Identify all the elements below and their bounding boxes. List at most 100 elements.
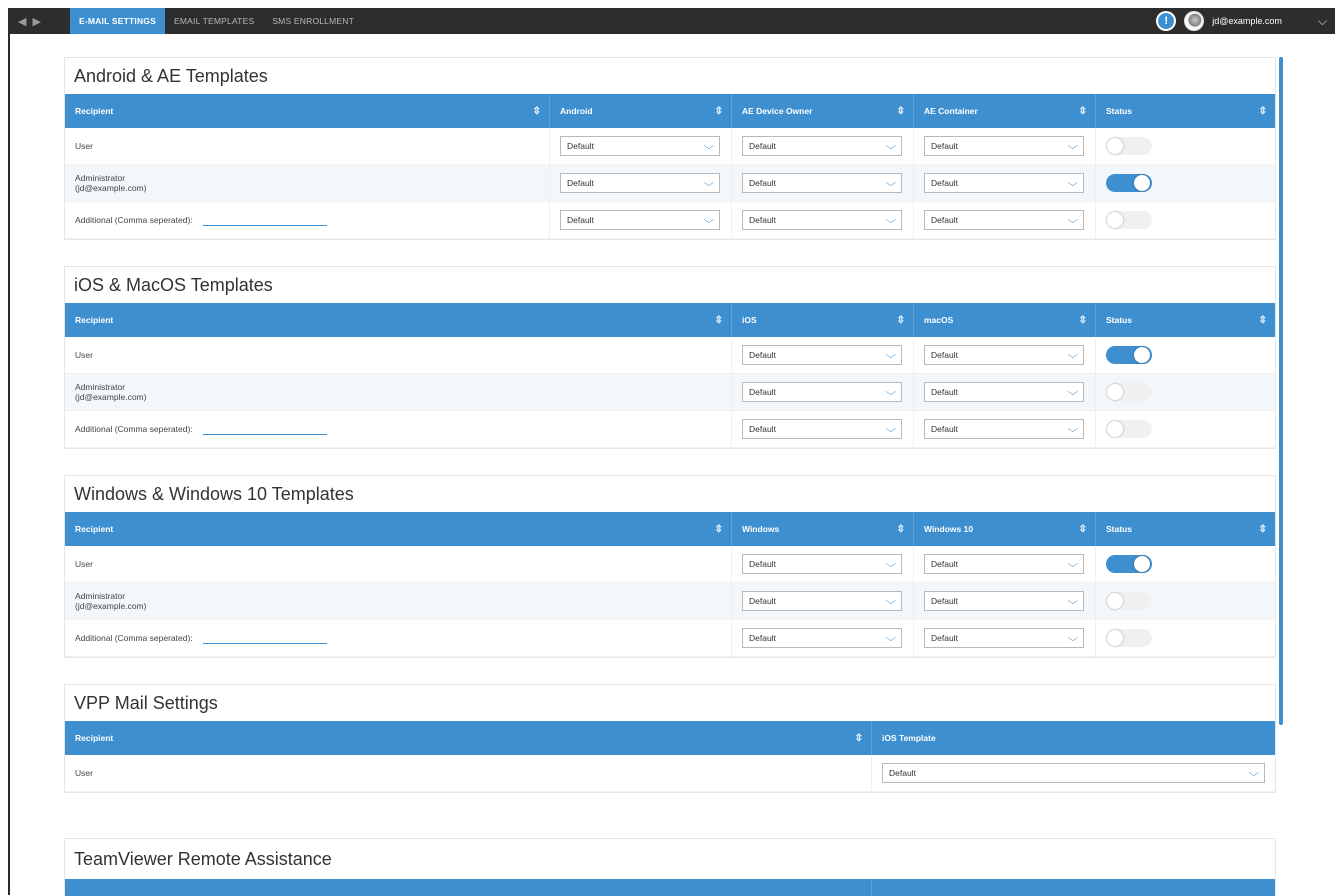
windows-10-template-select[interactable]: Default ⌵ [924, 591, 1084, 611]
sort-icon[interactable]: ⇳ [715, 106, 723, 117]
sort-icon[interactable]: ⇳ [1259, 524, 1267, 535]
status-toggle[interactable] [1106, 211, 1152, 229]
sort-icon[interactable]: ⇳ [897, 106, 905, 117]
column-header-ios[interactable]: iOS ⇳ [732, 303, 914, 337]
vertical-scrollbar[interactable] [1279, 57, 1283, 725]
chevron-down-icon: ⌵ [885, 558, 897, 570]
sort-icon[interactable]: ⇳ [897, 524, 905, 535]
header-label: Recipient [75, 315, 114, 325]
windows-10-cell: Default ⌵ [914, 545, 1096, 583]
forward-arrow-icon[interactable]: ▶ [32, 15, 40, 28]
windows-template-select[interactable]: Default ⌵ [742, 591, 902, 611]
ae-container-template-select[interactable]: Default ⌵ [924, 173, 1084, 193]
column-header-windows-10[interactable]: Windows 10 ⇳ [914, 512, 1096, 546]
sort-icon[interactable]: ⇳ [715, 315, 723, 326]
android-template-select[interactable]: Default ⌵ [560, 173, 720, 193]
vpp-mail-settings-section: VPP Mail Settings Recipient ⇳ iOS Templat… [64, 684, 1276, 793]
status-toggle[interactable] [1106, 555, 1152, 573]
chevron-down-icon: ⌵ [885, 177, 897, 189]
windows-template-select[interactable]: Default ⌵ [742, 554, 902, 574]
column-header-android[interactable]: Android ⇳ [550, 94, 732, 128]
additional-recipients-input[interactable] [202, 632, 327, 644]
column-header-status[interactable]: Status ⇳ [1096, 94, 1275, 128]
ios-template-select[interactable]: Default ⌵ [742, 345, 902, 365]
column-header-recipient[interactable]: Recipient ⇳ [65, 721, 872, 755]
chevron-down-icon: ⌵ [1067, 140, 1079, 152]
sort-icon[interactable]: ⇳ [715, 524, 723, 535]
recipient-cell: User [65, 127, 550, 165]
select-value: Default [931, 424, 958, 434]
additional-recipients-input[interactable] [202, 214, 327, 226]
column-header-status[interactable]: Status ⇳ [1096, 303, 1275, 337]
section-title: iOS & MacOS Templates [74, 274, 273, 295]
chevron-down-icon: ⌵ [1067, 386, 1079, 398]
header-label: Windows [742, 524, 780, 534]
avatar[interactable] [1184, 11, 1205, 31]
ae-device-owner-template-select[interactable]: Default ⌵ [742, 173, 902, 193]
sort-icon[interactable]: ⇳ [1079, 106, 1087, 117]
sort-icon[interactable]: ⇳ [855, 733, 863, 744]
windows-template-select[interactable]: Default ⌵ [742, 628, 902, 648]
ios-cell: Default ⌵ [732, 373, 914, 411]
account-menu-chevron-icon[interactable]: ⌵ [1318, 14, 1327, 29]
sort-icon[interactable]: ⇳ [1079, 315, 1087, 326]
ae-device-owner-template-select[interactable]: Default ⌵ [742, 210, 902, 230]
column-header-recipient[interactable]: Recipient ⇳ [65, 94, 550, 128]
table-row: User Default ⌵ Default ⌵ Default ⌵ [65, 127, 1275, 165]
chevron-down-icon: ⌵ [1067, 595, 1079, 607]
column-header-ios-template[interactable]: iOS Template [872, 721, 1275, 755]
column-header-status[interactable]: Status ⇳ [1096, 512, 1275, 546]
ae-device-owner-template-select[interactable]: Default ⌵ [742, 136, 902, 156]
column-header-windows[interactable]: Windows ⇳ [732, 512, 914, 546]
tab-email-templates[interactable]: EMAIL TEMPLATES [165, 8, 263, 34]
column-header-macos[interactable]: macOS ⇳ [914, 303, 1096, 337]
sort-icon[interactable]: ⇳ [1259, 315, 1267, 326]
header-label: Recipient [75, 524, 114, 534]
ios-template-select[interactable]: Default ⌵ [742, 382, 902, 402]
column-header-recipient[interactable]: Recipient ⇳ [65, 512, 732, 546]
status-toggle[interactable] [1106, 137, 1152, 155]
column-header-recipient[interactable]: Recipient ⇳ [65, 303, 732, 337]
windows-cell: Default ⌵ [732, 545, 914, 583]
recipient-cell: Administrator (jd@example.com) [65, 164, 550, 202]
status-toggle[interactable] [1106, 174, 1152, 192]
vpp-ios-template-select[interactable]: Default ⌵ [882, 763, 1265, 783]
status-toggle[interactable] [1106, 420, 1152, 438]
column-header-ae-device-owner[interactable]: AE Device Owner ⇳ [732, 94, 914, 128]
status-toggle[interactable] [1106, 346, 1152, 364]
android-template-select[interactable]: Default ⌵ [560, 210, 720, 230]
ae-container-template-select[interactable]: Default ⌵ [924, 136, 1084, 156]
tab-email-settings[interactable]: E-MAIL SETTINGS [70, 8, 165, 34]
sort-icon[interactable]: ⇳ [1259, 106, 1267, 117]
tab-sms-enrollment[interactable]: SMS ENROLLMENT [263, 8, 363, 34]
macos-template-select[interactable]: Default ⌵ [924, 345, 1084, 365]
windows-10-template-select[interactable]: Default ⌵ [924, 628, 1084, 648]
sort-icon[interactable]: ⇳ [533, 106, 541, 117]
ios-cell: Default ⌵ [732, 410, 914, 448]
ae-container-template-select[interactable]: Default ⌵ [924, 210, 1084, 230]
ios-cell: Default ⌵ [732, 336, 914, 374]
sort-icon[interactable]: ⇳ [897, 315, 905, 326]
status-cell [1096, 337, 1275, 374]
status-toggle[interactable] [1106, 629, 1152, 647]
ios-template-select[interactable]: Default ⌵ [742, 419, 902, 439]
chevron-down-icon: ⌵ [885, 595, 897, 607]
macos-template-select[interactable]: Default ⌵ [924, 419, 1084, 439]
android-template-select[interactable]: Default ⌵ [560, 136, 720, 156]
status-toggle[interactable] [1106, 383, 1152, 401]
windows-cell: Default ⌵ [732, 582, 914, 620]
additional-recipients-input[interactable] [202, 423, 327, 435]
back-arrow-icon[interactable]: ◀ [18, 15, 26, 28]
macos-template-select[interactable]: Default ⌵ [924, 382, 1084, 402]
user-email[interactable]: jd@example.com [1212, 16, 1282, 26]
status-toggle[interactable] [1106, 592, 1152, 610]
select-value: Default [931, 178, 958, 188]
select-value: Default [749, 178, 776, 188]
chevron-down-icon: ⌵ [885, 140, 897, 152]
select-value: Default [749, 350, 776, 360]
chevron-down-icon: ⌵ [1067, 177, 1079, 189]
windows-10-template-select[interactable]: Default ⌵ [924, 554, 1084, 574]
column-header-ae-container[interactable]: AE Container ⇳ [914, 94, 1096, 128]
sort-icon[interactable]: ⇳ [1079, 524, 1087, 535]
alert-icon[interactable]: ! [1156, 11, 1177, 31]
